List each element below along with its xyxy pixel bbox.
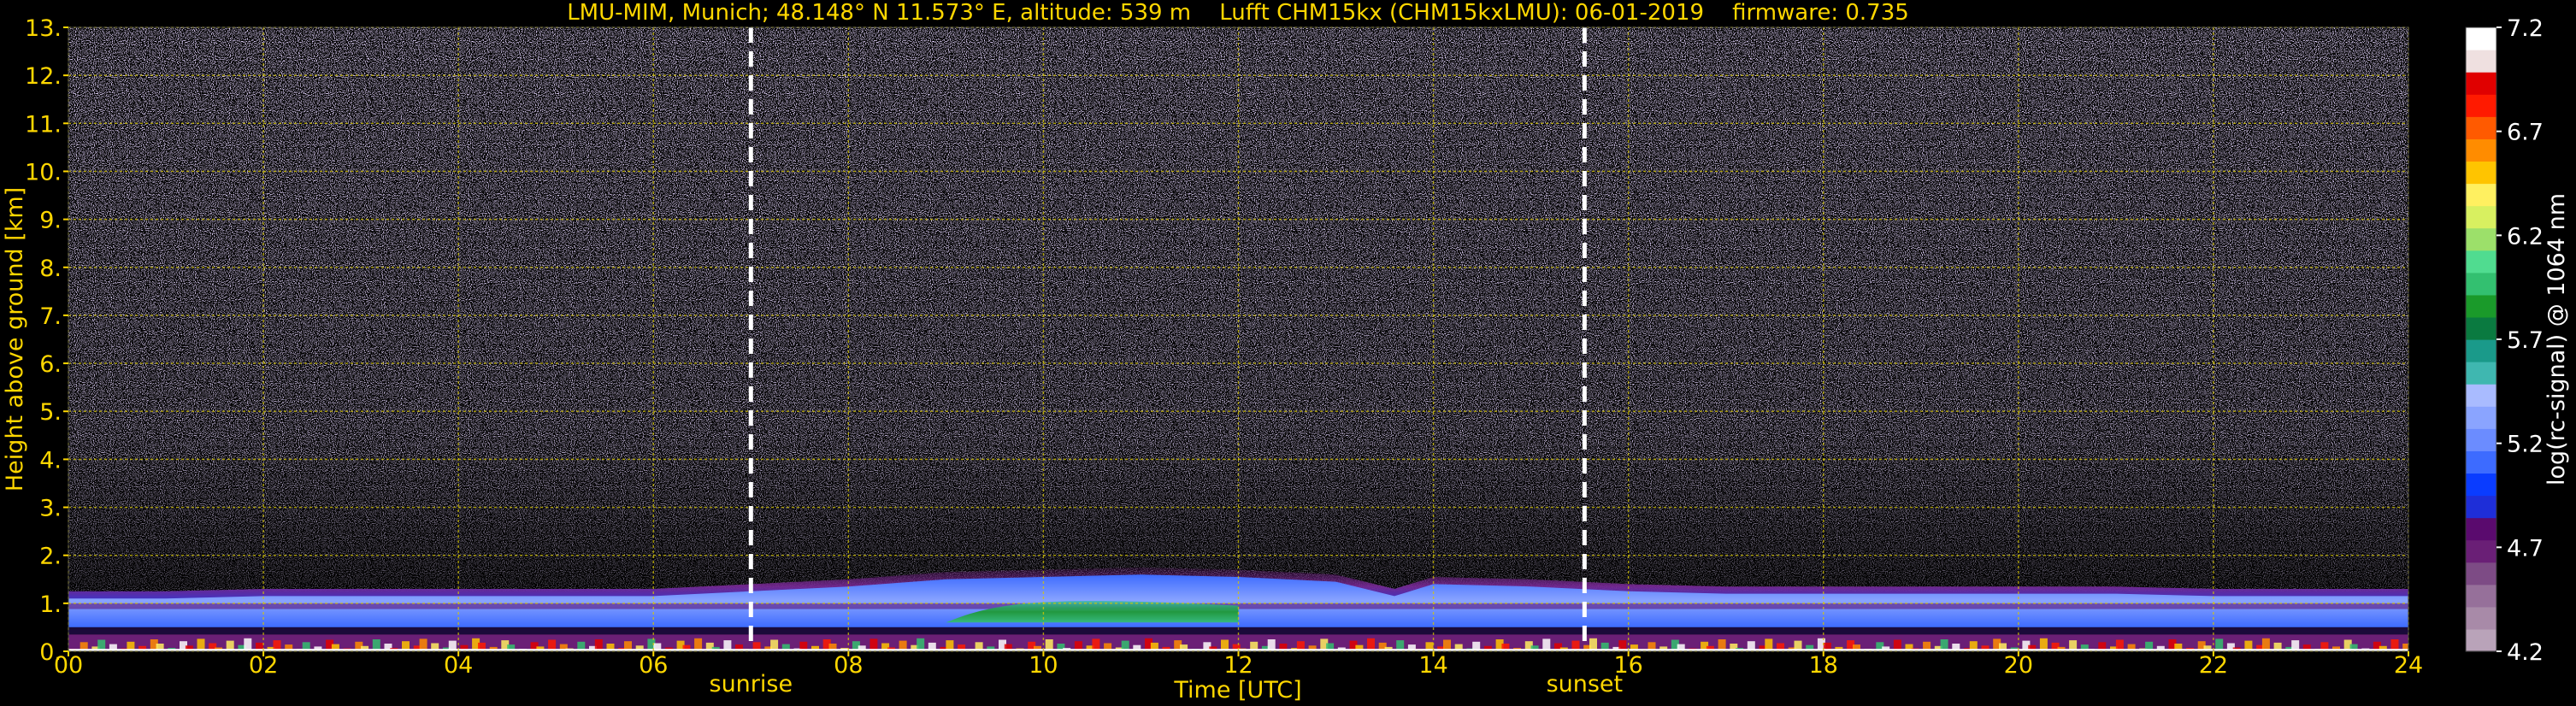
- colorbar-segment: [2466, 606, 2496, 630]
- y-tick-label: 12.: [25, 63, 62, 90]
- x-tick-label: 12: [1223, 652, 1253, 679]
- colorbar-segment: [2466, 517, 2496, 541]
- x-tick-label: 24: [2394, 652, 2423, 679]
- y-tick-label: 10.: [25, 159, 62, 185]
- near-surface-layer: [68, 634, 2408, 651]
- colorbar-tick-label: 5.7: [2507, 327, 2544, 354]
- colorbar-tick-label: 4.7: [2507, 535, 2544, 562]
- y-axis-ticks: 0. 1. 2. 3. 4. 5. 6. 7. 8. 9. 10. 11. 12. 13.: [25, 15, 68, 666]
- chart-title: LMU-MIM, Munich; 48.148° N 11.573° E, al…: [567, 0, 1909, 26]
- colorbar-segment: [2466, 562, 2496, 585]
- colorbar-segment: [2466, 116, 2496, 139]
- y-tick-label: 9.: [39, 208, 62, 234]
- colorbar-segment: [2466, 628, 2496, 652]
- y-tick-label: 1.: [39, 591, 62, 618]
- colorbar-segment: [2466, 406, 2496, 429]
- x-tick-label: 22: [2199, 652, 2228, 679]
- x-axis-label: Time [UTC]: [1173, 677, 1301, 703]
- y-axis-label: Height above ground [km]: [2, 187, 28, 491]
- colorbar-segment: [2466, 272, 2496, 296]
- colorbar-tick-label: 5.2: [2507, 432, 2544, 458]
- colorbar-segment: [2466, 227, 2496, 251]
- colorbar-segment: [2466, 339, 2496, 362]
- colorbar-segment: [2466, 450, 2496, 474]
- colorbar-segment: [2466, 27, 2496, 50]
- colorbar-segment: [2466, 183, 2496, 207]
- y-tick-label: 3.: [39, 496, 62, 522]
- colorbar-segment: [2466, 316, 2496, 340]
- colorbar-segment: [2466, 584, 2496, 608]
- colorbar-segment: [2466, 362, 2496, 385]
- x-tick-label: 08: [834, 652, 863, 679]
- colorbar-segment: [2466, 473, 2496, 497]
- colorbar-segment: [2466, 294, 2496, 318]
- sunset-label: sunset: [1547, 671, 1624, 697]
- y-tick-label: 13.: [25, 15, 62, 42]
- colorbar-segment: [2466, 428, 2496, 451]
- colorbar-segment: [2466, 539, 2496, 563]
- colorbar-segment: [2466, 495, 2496, 519]
- lidar-chart: sunrise sunset 00 02 04 06 08 10 12 14 16 18 20 22 24…: [2, 0, 2570, 703]
- x-tick-label: 16: [1613, 652, 1642, 679]
- y-tick-label: 5.: [39, 399, 62, 426]
- y-tick-label: 0.: [39, 639, 62, 666]
- colorbar-tick-label: 6.7: [2507, 120, 2544, 146]
- colorbar-tick-label: 7.2: [2507, 15, 2544, 42]
- x-tick-label: 20: [2004, 652, 2033, 679]
- colorbar-tick-label: 4.2: [2507, 639, 2544, 666]
- x-tick-label: 14: [1418, 652, 1447, 679]
- y-tick-label: 4.: [39, 447, 62, 474]
- colorbar-segment: [2466, 94, 2496, 117]
- colorbar-segment: [2466, 138, 2496, 162]
- sunrise-label: sunrise: [710, 671, 793, 697]
- colorbar-label: log(rc-signal) @ 1064 nm: [2544, 193, 2570, 485]
- colorbar-segment: [2466, 50, 2496, 73]
- y-tick-label: 8.: [39, 256, 62, 282]
- colorbar-segment: [2466, 250, 2496, 274]
- y-tick-label: 6.: [39, 351, 62, 378]
- colorbar-segment: [2466, 161, 2496, 185]
- x-tick-label: 04: [444, 652, 473, 679]
- y-tick-label: 2.: [39, 544, 62, 570]
- y-tick-label: 7.: [39, 303, 62, 330]
- plot-area: [68, 27, 2408, 651]
- x-tick-label: 18: [1809, 652, 1838, 679]
- colorbar-segment: [2466, 72, 2496, 95]
- x-tick-label: 10: [1029, 652, 1058, 679]
- colorbar-segment: [2466, 205, 2496, 229]
- y-tick-label: 11.: [25, 111, 62, 138]
- colorbar: 4.2 4.7 5.2 5.7 6.2 6.7 7.2: [2465, 15, 2544, 666]
- x-tick-label: 06: [639, 652, 668, 679]
- colorbar-segment: [2466, 384, 2496, 407]
- colorbar-tick-label: 6.2: [2507, 223, 2544, 250]
- x-axis-ticks: 00 02 04 06 08 10 12 14 16 18 20 22 24: [54, 651, 2423, 679]
- x-tick-label: 02: [249, 652, 278, 679]
